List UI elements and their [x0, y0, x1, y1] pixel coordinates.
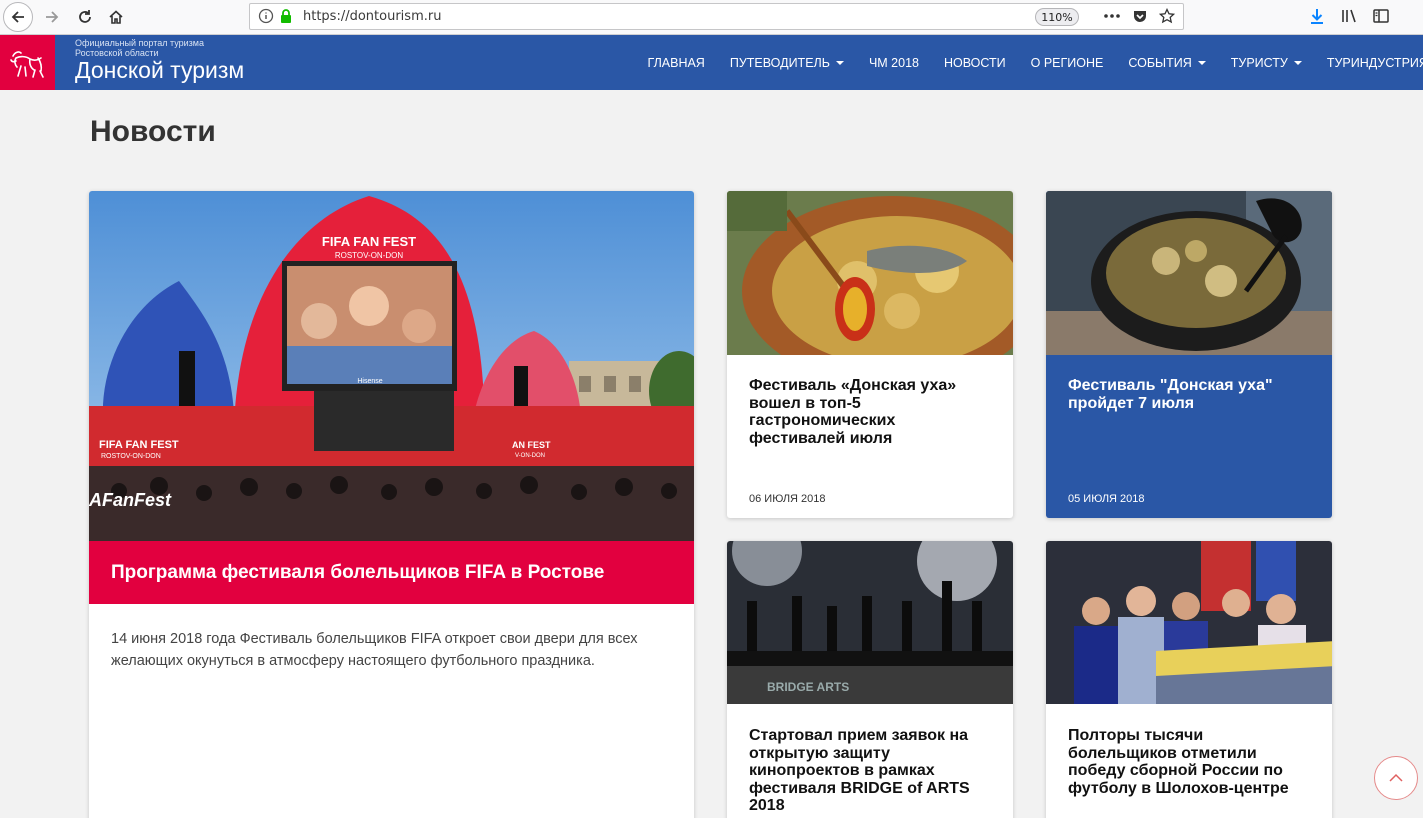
- news-card-title[interactable]: Фестиваль «Донская уха» вошел в топ-5 га…: [749, 377, 995, 447]
- site-tagline: Официальный портал туризма Ростовской об…: [75, 38, 204, 58]
- news-card-title[interactable]: Стартовал прием заявок на открытую защит…: [749, 727, 995, 815]
- tagline-line-1: Официальный портал туризма: [75, 38, 204, 48]
- nav-item-events[interactable]: СОБЫТИЯ: [1128, 55, 1206, 70]
- home-icon: [109, 10, 123, 24]
- news-card[interactable]: Фестиваль «Донская уха» вошел в топ-5 га…: [727, 191, 1013, 518]
- site-title[interactable]: Донской туризм: [75, 57, 244, 84]
- featured-news-excerpt: 14 июня 2018 года Фестиваль болельщиков …: [111, 631, 638, 669]
- reload-button[interactable]: [70, 2, 100, 32]
- news-card-date: 05 ИЮЛЯ 2018: [1068, 493, 1145, 505]
- nav-item-label: ПУТЕВОДИТЕЛЬ: [729, 55, 830, 70]
- nav-item-tourism-industry[interactable]: ТУРИНДУСТРИЯ: [1327, 56, 1423, 70]
- reload-icon: [79, 10, 91, 23]
- nav-item-about-region[interactable]: О РЕГИОНЕ: [1031, 56, 1104, 70]
- featured-title-band: Программа фестиваля болельщиков FIFA в Р…: [89, 541, 694, 604]
- page-title: Новости: [90, 115, 216, 148]
- bull-logo-icon: [9, 50, 44, 78]
- lock-icon: [281, 9, 291, 23]
- nav-item-label: НОВОСТИ: [943, 55, 1006, 70]
- forward-button[interactable]: [37, 2, 67, 32]
- news-card[interactable]: BRIDGE ARTS Стартовал прием заявок на от…: [727, 541, 1013, 818]
- stage-left-sign-sub: ROSTOV-ON-DON: [101, 453, 161, 460]
- news-card[interactable]: Фестиваль "Донская уха" пройдет 7 июля 0…: [1046, 191, 1332, 518]
- news-card-title[interactable]: Фестиваль "Донская уха" пройдет 7 июля: [1068, 377, 1314, 412]
- stage-right-sign: AN FEST: [512, 440, 551, 450]
- news-card-image-cauldron[interactable]: [1046, 191, 1332, 355]
- home-button[interactable]: [101, 2, 131, 32]
- page-actions-icon[interactable]: [1103, 8, 1121, 24]
- site-header: Официальный портал туризма Ростовской об…: [0, 35, 1423, 90]
- news-card-image-fish-soup[interactable]: [727, 191, 1013, 355]
- nav-item-label: О РЕГИОНЕ: [1030, 55, 1104, 70]
- sidebar-icon[interactable]: [1372, 7, 1390, 25]
- nav-item-guide[interactable]: ПУТЕВОДИТЕЛЬ: [730, 56, 844, 70]
- library-icon[interactable]: [1340, 7, 1358, 25]
- main-nav: ГЛАВНАЯ ПУТЕВОДИТЕЛЬ ЧМ 2018 НОВОСТИ О Р…: [635, 35, 1423, 90]
- caret-down-icon: [835, 60, 844, 65]
- back-arrow-icon: [11, 11, 24, 23]
- featured-news-card[interactable]: Hisense FIFA FAN FEST ROSTOV-ON-DON FIFA…: [89, 191, 694, 818]
- news-card-image-fans[interactable]: [1046, 541, 1332, 704]
- caret-down-icon: [1197, 60, 1206, 65]
- chevron-up-icon: [1389, 773, 1403, 782]
- fan-fest-sign: FIFA FAN FEST: [322, 234, 416, 249]
- back-button[interactable]: [3, 2, 33, 32]
- address-bar[interactable]: https://dontourism.ru 110%: [249, 3, 1184, 30]
- forward-arrow-icon: [46, 11, 59, 23]
- featured-news-image[interactable]: Hisense FIFA FAN FEST ROSTOV-ON-DON FIFA…: [89, 191, 694, 541]
- nav-item-label: СОБЫТИЯ: [1128, 55, 1192, 70]
- nav-item-tourist[interactable]: ТУРИСТУ: [1231, 56, 1302, 70]
- nav-item-label: ГЛАВНАЯ: [647, 55, 705, 70]
- screen-brand-label: Hisense: [357, 378, 382, 385]
- url-text: https://dontourism.ru: [303, 9, 442, 24]
- bridge-arts-sign: BRIDGE ARTS: [767, 680, 849, 694]
- news-card-image-dance-stage[interactable]: BRIDGE ARTS: [727, 541, 1013, 704]
- info-icon[interactable]: [258, 8, 274, 24]
- news-card-title[interactable]: Полторы тысячи болельщиков отметили побе…: [1068, 727, 1314, 797]
- zoom-level-badge[interactable]: 110%: [1035, 8, 1079, 26]
- nav-item-label: ТУРИСТУ: [1230, 55, 1288, 70]
- nav-item-label: ТУРИНДУСТРИЯ: [1326, 55, 1423, 70]
- nav-item-label: ЧМ 2018: [868, 55, 919, 70]
- site-logo[interactable]: [0, 35, 55, 90]
- bookmark-star-icon[interactable]: [1159, 8, 1175, 24]
- download-icon[interactable]: [1308, 7, 1326, 25]
- news-card-date: 06 ИЮЛЯ 2018: [749, 493, 826, 505]
- stage-right-sign-sub: V-ON-DON: [515, 453, 545, 459]
- fan-fest-banner: AFanFest: [89, 490, 172, 510]
- nav-item-home[interactable]: ГЛАВНАЯ: [648, 56, 705, 70]
- featured-news-title[interactable]: Программа фестиваля болельщиков FIFA в Р…: [111, 562, 604, 584]
- nav-item-wc2018[interactable]: ЧМ 2018: [869, 56, 919, 70]
- scroll-to-top-button[interactable]: [1374, 756, 1418, 800]
- browser-toolbar: https://dontourism.ru 110%: [0, 0, 1423, 35]
- pocket-icon[interactable]: [1132, 8, 1148, 24]
- news-card[interactable]: Полторы тысячи болельщиков отметили побе…: [1046, 541, 1332, 818]
- nav-item-news[interactable]: НОВОСТИ: [944, 56, 1006, 70]
- fan-fest-sign-sub: ROSTOV-ON-DON: [335, 251, 404, 260]
- caret-down-icon: [1293, 60, 1302, 65]
- stage-left-sign: FIFA FAN FEST: [99, 439, 179, 451]
